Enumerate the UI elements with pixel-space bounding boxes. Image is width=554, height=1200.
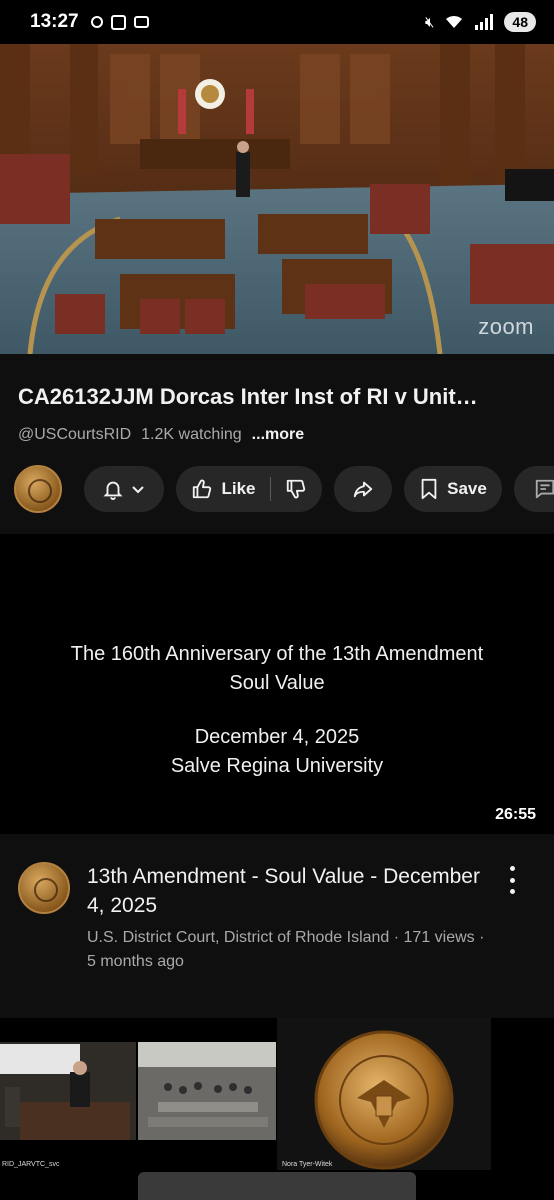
participant-name-right: Nora Tyer-Witek	[282, 1161, 333, 1168]
comments-button[interactable]	[514, 466, 554, 512]
home-gesture-handle[interactable]	[138, 1172, 416, 1200]
system-nav-bar	[0, 1170, 554, 1200]
share-icon	[353, 481, 373, 498]
next-video-title[interactable]: 13th Amendment - Soul Value - December 4…	[87, 862, 487, 920]
channel-handle[interactable]: @USCourtsRID	[18, 426, 131, 444]
video-meta: @USCourtsRID 1.2K watching ...more	[18, 426, 304, 444]
notifications-button[interactable]	[84, 466, 164, 512]
watching-count: 1.2K watching	[141, 426, 242, 443]
save-button[interactable]: Save	[404, 466, 502, 512]
court-seal-icon	[314, 1030, 454, 1170]
action-row: Like Save	[0, 464, 554, 514]
next-video-meta: U.S. District Court, District of Rhode I…	[87, 929, 485, 970]
channel-avatar[interactable]	[18, 862, 70, 914]
third-video-thumbnail[interactable]: RID_JARVTC_svc Nora Tyer-Witek	[0, 1018, 554, 1170]
clock: 13:27	[30, 11, 79, 32]
bell-icon	[103, 481, 123, 500]
like-divider	[269, 477, 271, 501]
video-info: CA26132JJM Dorcas Inter Inst of RI v Uni…	[0, 354, 554, 534]
more-options-icon[interactable]	[502, 866, 522, 894]
participant-name-left: RID_JARVTC_svc	[2, 1161, 60, 1168]
video-player[interactable]: zoom	[0, 44, 554, 354]
thumbnail-line-4: Salve Regina University	[170, 755, 384, 777]
zoom-watermark: zoom	[478, 314, 534, 339]
battery-indicator: 48	[504, 12, 536, 32]
channel-avatar[interactable]	[14, 465, 62, 513]
comment-icon	[535, 479, 554, 499]
more-link[interactable]: ...more	[252, 426, 304, 444]
signal-icon	[475, 14, 494, 30]
next-video-thumbnail[interactable]: The 160th Anniversary of the 13th Amendm…	[0, 534, 554, 834]
courtroom-video-frame	[0, 44, 554, 354]
bookmark-icon	[421, 478, 437, 500]
like-dislike-group: Like	[176, 466, 322, 512]
thumbnail-line-3: December 4, 2025	[194, 726, 360, 748]
thumbs-down-icon[interactable]	[285, 478, 307, 500]
thumbs-up-icon[interactable]	[191, 478, 213, 500]
audience-camera-frame	[138, 1042, 276, 1140]
instagram-icon	[110, 14, 126, 30]
thumbnail-line-2: Soul Value	[229, 672, 325, 694]
mute-icon: 🔇︎	[424, 13, 435, 31]
chevron-down-icon	[132, 486, 144, 494]
duration-badge: 26:55	[495, 806, 536, 823]
status-bar: 13:27 🔇︎ 48	[0, 0, 554, 44]
save-label: Save	[447, 479, 487, 498]
video-title[interactable]: CA26132JJM Dorcas Inter Inst of RI v Uni…	[18, 384, 543, 410]
share-button[interactable]	[334, 466, 392, 512]
next-video-details: 13th Amendment - Soul Value - December 4…	[0, 848, 554, 988]
thumbnail-line-1: The 160th Anniversary of the 13th Amendm…	[70, 643, 484, 665]
wifi-icon	[446, 15, 463, 28]
like-button[interactable]: Like	[221, 479, 255, 499]
teams-icon	[90, 16, 103, 28]
system-icons: 🔇︎ 48	[425, 12, 536, 32]
mail-icon	[133, 16, 149, 28]
district-court-seal-frame	[277, 1018, 491, 1170]
notification-icons	[90, 14, 149, 30]
speaker-camera-frame	[0, 1042, 136, 1140]
